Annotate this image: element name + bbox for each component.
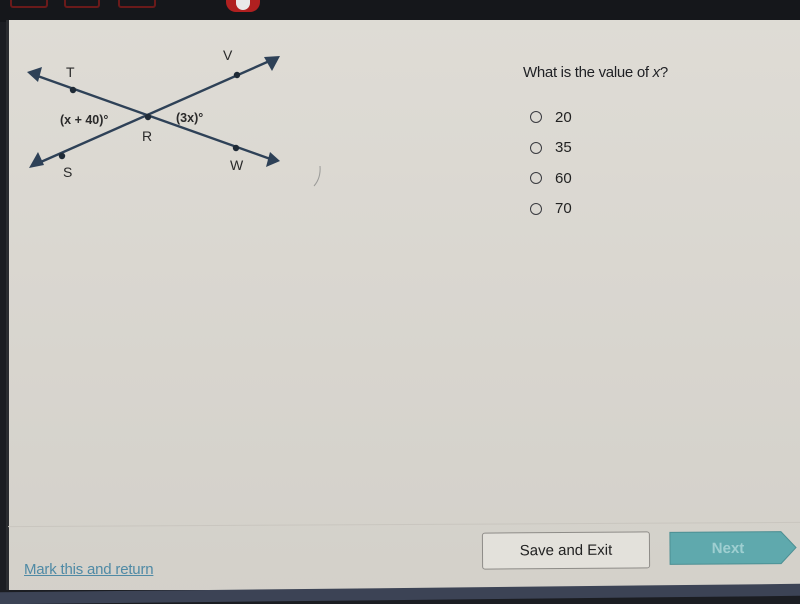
top-tab[interactable] xyxy=(118,0,156,8)
app-badge-icon xyxy=(226,0,260,12)
stray-mark xyxy=(313,165,321,187)
option-60[interactable]: 60 xyxy=(530,163,572,194)
point-r xyxy=(144,113,152,121)
arrow-w-icon xyxy=(266,152,280,167)
option-label: 70 xyxy=(555,200,572,218)
radio-button[interactable] xyxy=(530,172,542,185)
top-tab[interactable] xyxy=(64,0,100,8)
radio-button[interactable] xyxy=(530,202,542,215)
next-button[interactable]: Next xyxy=(669,531,797,566)
option-70[interactable]: 70 xyxy=(530,194,572,225)
option-label: 35 xyxy=(555,139,572,157)
question-text: What is the value of x? xyxy=(523,64,668,81)
angle-left-label: (x + 40)° xyxy=(60,113,108,127)
option-label: 60 xyxy=(555,169,572,187)
next-label: Next xyxy=(711,539,745,557)
angle-right-label: (3x)° xyxy=(176,111,203,125)
point-s xyxy=(58,152,66,160)
label-s: S xyxy=(63,164,72,180)
question-suffix: ? xyxy=(659,64,668,81)
browser-top-bar xyxy=(0,0,800,22)
radio-button[interactable] xyxy=(530,141,542,154)
radio-button[interactable] xyxy=(530,111,542,124)
label-r: R xyxy=(142,128,152,144)
top-tab[interactable] xyxy=(10,0,48,8)
option-35[interactable]: 35 xyxy=(530,133,572,164)
point-v xyxy=(233,71,241,79)
question-variable: x xyxy=(652,64,661,81)
arrow-t-icon xyxy=(27,67,42,82)
label-w: W xyxy=(230,157,244,173)
label-t: T xyxy=(66,64,75,80)
save-and-exit-label: Save and Exit xyxy=(519,541,613,560)
arrow-s-icon xyxy=(29,152,44,168)
intersecting-lines-diagram: T V R S W (x + 40)° (3x)° xyxy=(27,47,280,180)
label-v: V xyxy=(223,47,233,63)
question-prefix: What is the value of xyxy=(523,64,653,81)
save-and-exit-button[interactable]: Save and Exit xyxy=(481,531,651,570)
option-20[interactable]: 20 xyxy=(530,102,572,133)
answer-options: 20 35 60 70 xyxy=(530,102,572,224)
option-label: 20 xyxy=(555,108,572,126)
point-t xyxy=(69,86,77,94)
mark-and-return-link[interactable]: Mark this and return xyxy=(24,561,154,578)
point-w xyxy=(232,144,240,152)
